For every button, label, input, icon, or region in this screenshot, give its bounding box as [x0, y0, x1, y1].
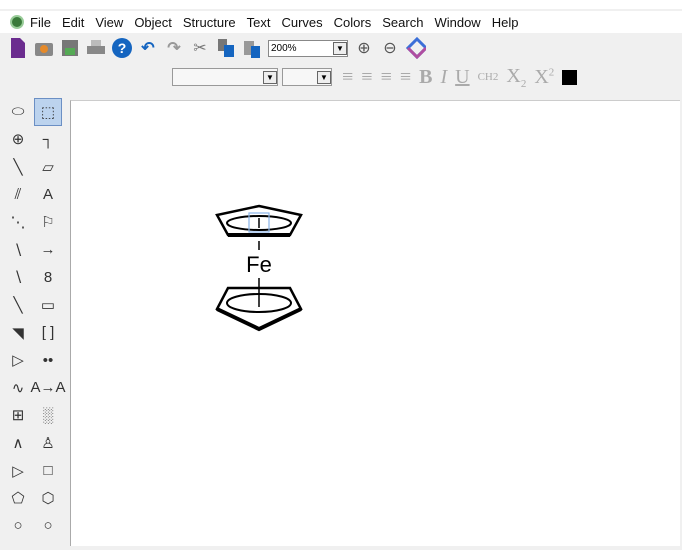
save-icon[interactable] — [60, 38, 80, 58]
zoom-value: 200% — [271, 42, 297, 54]
align-right-icon[interactable]: ≡ — [381, 66, 392, 89]
menu-object[interactable]: Object — [134, 15, 172, 30]
align-left-icon[interactable]: ≡ — [342, 66, 353, 89]
drawing-canvas[interactable]: Fe — [70, 100, 680, 546]
align-center-icon[interactable]: ≡ — [361, 66, 372, 89]
bold-button[interactable]: B — [419, 66, 432, 89]
acs-document-tool-icon[interactable]: A→A — [31, 374, 66, 402]
table-tool-icon[interactable]: ⊞ — [4, 402, 32, 430]
wavy-bond-tool-icon[interactable]: ∿ — [4, 374, 32, 402]
marquee-tool-icon[interactable]: ⬚ — [34, 98, 62, 126]
format-toolbar: ▼ ▼ ≡ ≡ ≡ ≡ B I U CH2 X2 X2 — [0, 63, 682, 91]
single-bond-tool-icon[interactable]: ╲ — [4, 153, 32, 181]
superscript-button[interactable]: X2 — [534, 66, 554, 89]
zoom-select[interactable]: 200% ▼ — [268, 39, 348, 57]
menu-bar: File Edit View Object Structure Text Curves Col… — [0, 11, 682, 33]
formula-button[interactable]: CH2 — [478, 71, 499, 83]
hollow-wedge-tool-icon[interactable]: ▷ — [4, 346, 32, 374]
menu-file[interactable]: File — [30, 15, 51, 30]
justify-icon[interactable]: ≡ — [400, 66, 411, 89]
menu-structure[interactable]: Structure — [183, 15, 236, 30]
fe-atom-label: Fe — [246, 252, 272, 277]
hashed-wedge-tool-icon[interactable]: ∖ — [4, 264, 32, 292]
drawing-elements-tool-icon[interactable]: ▭ — [34, 291, 62, 319]
main-toolbar: ? ↶ ↷ ✂ 200% ▼ ⊕ ⊖ — [0, 34, 682, 62]
subscript-button[interactable]: X2 — [506, 65, 526, 90]
new-document-icon[interactable] — [8, 38, 28, 58]
hashed-bond-tool-icon[interactable]: ∖ — [4, 236, 32, 264]
pen-tool-icon[interactable]: ⚐ — [34, 208, 62, 236]
zoom-in-icon[interactable]: ⊕ — [354, 38, 374, 58]
menu-colors[interactable]: Colors — [334, 15, 372, 30]
underline-button[interactable]: U — [455, 66, 469, 89]
dashed-bond-tool-icon[interactable]: ⋱ — [4, 208, 32, 236]
cut-icon[interactable]: ✂ — [190, 38, 210, 58]
superscript-label: X2 — [534, 65, 555, 88]
zoom-out-icon[interactable]: ⊖ — [380, 38, 400, 58]
subscript-label: X2 — [506, 64, 527, 90]
chain-tool-icon[interactable]: ┐ — [34, 126, 62, 154]
help-icon[interactable]: ? — [112, 38, 132, 58]
app-icon[interactable] — [10, 15, 24, 29]
open-icon[interactable] — [34, 38, 54, 58]
menu-view[interactable]: View — [95, 15, 123, 30]
cycloheptane-tool-icon[interactable]: ○ — [4, 512, 32, 540]
lasso-tool-icon[interactable]: ⬭ — [4, 98, 32, 126]
copy-icon[interactable] — [216, 38, 236, 58]
menu-window[interactable]: Window — [434, 15, 480, 30]
ferrocene-structure[interactable]: Fe — [71, 101, 681, 547]
cyclobutane-tool-icon[interactable]: □ — [34, 457, 62, 485]
svg-text:?: ? — [118, 40, 127, 56]
cyclopentane-tool-icon[interactable]: ⬠ — [4, 484, 32, 512]
bold-bond-tool-icon[interactable]: ╲ — [4, 291, 32, 319]
menu-edit[interactable]: Edit — [62, 15, 84, 30]
query-tool-icon[interactable]: ∧ — [4, 429, 32, 457]
title-bar — [0, 0, 682, 9]
italic-button[interactable]: I — [440, 66, 447, 89]
chevron-down-icon[interactable]: ▼ — [263, 70, 277, 84]
rotate-tool-icon[interactable]: ⊕ — [4, 126, 32, 154]
font-select[interactable]: ▼ — [172, 68, 278, 86]
templates-tool-icon[interactable]: ♙ — [34, 429, 62, 457]
arrow-tool-icon[interactable]: → — [34, 236, 62, 264]
cyclohexane-tool-icon[interactable]: ⬡ — [34, 484, 62, 512]
play-tool-icon[interactable]: ▷ — [4, 457, 32, 485]
text-tool-icon[interactable]: A — [34, 181, 62, 209]
wedge-bond-tool-icon[interactable]: ◥ — [4, 319, 32, 347]
size-select[interactable]: ▼ — [282, 68, 332, 86]
print-icon[interactable] — [86, 38, 106, 58]
cyclooctane-tool-icon[interactable]: ○ — [34, 512, 62, 540]
orbital-tool-icon[interactable]: 8 — [34, 264, 62, 292]
brackets-tool-icon[interactable]: [ ] — [34, 319, 62, 347]
paste-icon[interactable] — [242, 38, 262, 58]
chemdraw-logo-icon[interactable] — [406, 37, 426, 59]
color-swatch[interactable] — [562, 69, 578, 85]
chevron-down-icon[interactable]: ▼ — [317, 70, 331, 84]
menu-help[interactable]: Help — [492, 15, 519, 30]
menu-search[interactable]: Search — [382, 15, 423, 30]
chevron-down-icon[interactable]: ▼ — [333, 41, 347, 55]
double-bond-tool-icon[interactable]: ⫽ — [4, 181, 32, 209]
menu-curves[interactable]: Curves — [281, 15, 322, 30]
menu-text[interactable]: Text — [247, 15, 271, 30]
eraser-tool-icon[interactable]: ▱ — [34, 153, 62, 181]
tlc-plate-tool-icon[interactable]: ░ — [34, 402, 62, 430]
undo-icon[interactable]: ↶ — [138, 38, 158, 58]
chemical-symbols-tool-icon[interactable]: •• — [34, 346, 62, 374]
redo-icon[interactable]: ↷ — [164, 38, 184, 58]
tool-palette: ⬭ ⬚ ⊕ ┐ ╲ ▱ ⫽ A ⋱ ⚐ ∖ → ∖ 8 ╲ ▭ ◥[ ] ▷ •• ∿ A→A ⊞ ░ ∧ ♙ ▷ □ ⬠ ⬡ ○ ○ — [4, 96, 66, 544]
